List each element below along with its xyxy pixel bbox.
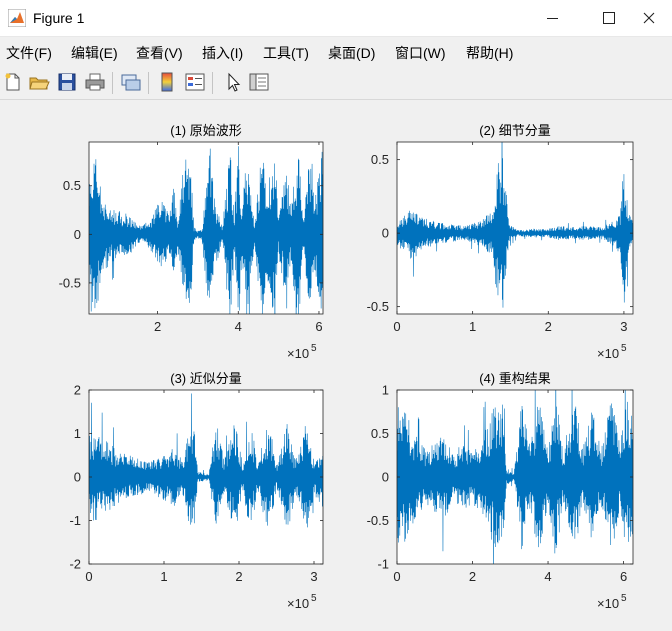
close-icon bbox=[643, 12, 655, 24]
x-tick-label: 4 bbox=[235, 319, 242, 334]
menu-edit[interactable]: 编辑(E) bbox=[71, 43, 118, 63]
x-tick-label: 4 bbox=[544, 569, 551, 584]
property-inspector-icon bbox=[249, 73, 269, 91]
x-exponent-label: ×10 bbox=[597, 346, 619, 361]
y-tick-label: 0 bbox=[74, 227, 81, 242]
x-tick-label: 2 bbox=[545, 319, 552, 334]
x-tick-label: 0 bbox=[393, 319, 400, 334]
print-icon bbox=[85, 73, 105, 91]
insert-colorbar-icon bbox=[161, 72, 173, 92]
x-exponent-label: ×10 bbox=[287, 596, 309, 611]
minimize-button[interactable] bbox=[530, 0, 576, 36]
window-title: Figure 1 bbox=[33, 10, 85, 26]
y-tick-label: -2 bbox=[69, 557, 81, 572]
menu-window[interactable]: 窗口(W) bbox=[395, 43, 446, 63]
subplot-3[interactable]: (3) 近似分量 0 1 2 3 2 1 0 -1 -2 ×10 5 bbox=[69, 371, 324, 611]
y-tick-label: 1 bbox=[382, 383, 389, 398]
subplot-title: (2) 细节分量 bbox=[479, 123, 551, 138]
x-tick-label: 0 bbox=[85, 569, 92, 584]
toolbar-separator bbox=[212, 72, 213, 94]
y-tick-label: 0.5 bbox=[371, 152, 389, 167]
print-button[interactable] bbox=[84, 71, 106, 93]
open-file-button[interactable] bbox=[28, 71, 50, 93]
link-plot-button[interactable] bbox=[120, 71, 142, 93]
x-exponent-power: 5 bbox=[621, 593, 627, 604]
x-exponent-label: ×10 bbox=[287, 346, 309, 361]
toolbar-separator bbox=[148, 72, 149, 94]
x-exponent-power: 5 bbox=[621, 343, 627, 354]
y-tick-label: 2 bbox=[74, 383, 81, 398]
menu-help[interactable]: 帮助(H) bbox=[466, 43, 513, 63]
y-tick-label: -1 bbox=[69, 513, 81, 528]
toolbar-separator bbox=[112, 72, 113, 94]
subplot-4[interactable]: (4) 重构结果0 2 4 610.50-0.5-1×10 5 bbox=[367, 347, 634, 611]
x-tick-label: 6 bbox=[315, 319, 322, 334]
open-file-icon bbox=[29, 77, 50, 90]
menu-desktop[interactable]: 桌面(D) bbox=[328, 43, 375, 63]
y-tick-label: -0.5 bbox=[367, 513, 389, 528]
edit-plot-button[interactable] bbox=[222, 71, 244, 93]
x-exponent-label: ×10 bbox=[597, 596, 619, 611]
x-tick-label: 6 bbox=[620, 569, 627, 584]
subplot-2[interactable]: (2) 细节分量 0 1 2 3 0.5 0 -0.5 ×10 5 bbox=[367, 100, 634, 361]
x-tick-label: 1 bbox=[160, 569, 167, 584]
x-tick-label: 3 bbox=[620, 319, 627, 334]
subplot-title: (1) 原始波形 bbox=[170, 123, 242, 138]
subplot-title: (3) 近似分量 bbox=[170, 371, 242, 386]
maximize-button[interactable] bbox=[585, 0, 631, 36]
y-tick-label: -1 bbox=[377, 557, 389, 572]
save-button[interactable] bbox=[56, 71, 78, 93]
menu-bar: 文件(F) 编辑(E) 查看(V) 插入(I) 工具(T) 桌面(D) 窗口(W… bbox=[0, 37, 672, 67]
new-figure-icon bbox=[5, 73, 20, 91]
x-exponent-power: 5 bbox=[311, 343, 317, 354]
x-tick-label: 2 bbox=[235, 569, 242, 584]
x-tick-label: 0 bbox=[393, 569, 400, 584]
menu-view[interactable]: 查看(V) bbox=[136, 43, 183, 63]
x-tick-label: 1 bbox=[469, 319, 476, 334]
new-figure-button[interactable] bbox=[2, 71, 24, 93]
y-tick-label: 0 bbox=[74, 470, 81, 485]
edit-plot-pointer-icon bbox=[228, 72, 241, 92]
title-bar: Figure 1 bbox=[0, 0, 672, 37]
save-icon bbox=[58, 73, 76, 91]
subplot-1[interactable]: (1) 原始波形 2 4 6 0.5 0 -0.5 ×10 5 bbox=[59, 123, 324, 373]
x-exponent-power: 5 bbox=[311, 593, 317, 604]
link-plot-icon bbox=[121, 74, 141, 91]
menu-insert[interactable]: 插入(I) bbox=[202, 43, 243, 63]
y-tick-label: 0.5 bbox=[63, 178, 81, 193]
property-inspector-button[interactable] bbox=[248, 71, 270, 93]
menu-tools[interactable]: 工具(T) bbox=[263, 43, 309, 63]
matlab-logo-icon bbox=[8, 9, 26, 27]
y-tick-label: -0.5 bbox=[367, 299, 389, 314]
close-button[interactable] bbox=[630, 0, 672, 36]
minimize-icon bbox=[547, 18, 558, 19]
y-tick-label: -0.5 bbox=[59, 275, 81, 290]
menu-file[interactable]: 文件(F) bbox=[6, 43, 52, 63]
x-tick-label: 2 bbox=[469, 569, 476, 584]
figure-plots: (1) 原始波形2 4 60.50-0.5×10 5(2) 细节分量0 1 2 30.50-… bbox=[59, 100, 634, 611]
x-tick-label: 2 bbox=[154, 319, 161, 334]
insert-legend-button[interactable] bbox=[184, 71, 206, 93]
y-tick-label: 1 bbox=[74, 426, 81, 441]
insert-legend-icon bbox=[185, 73, 205, 91]
y-tick-label: 0 bbox=[382, 226, 389, 241]
figure-canvas: (1) 原始波形 2 4 6 0.5 0 -0.5 ×10 5 (2) 细节分量 0 1 2 3 0.5 0-… bbox=[0, 100, 672, 626]
maximize-icon bbox=[603, 12, 615, 24]
y-tick-label: 0 bbox=[382, 470, 389, 485]
toolbar bbox=[0, 67, 672, 100]
subplot-title: (4) 重构结果 bbox=[479, 371, 551, 386]
x-tick-label: 3 bbox=[310, 569, 317, 584]
y-tick-label: 0.5 bbox=[371, 426, 389, 441]
insert-colorbar-button[interactable] bbox=[156, 71, 178, 93]
